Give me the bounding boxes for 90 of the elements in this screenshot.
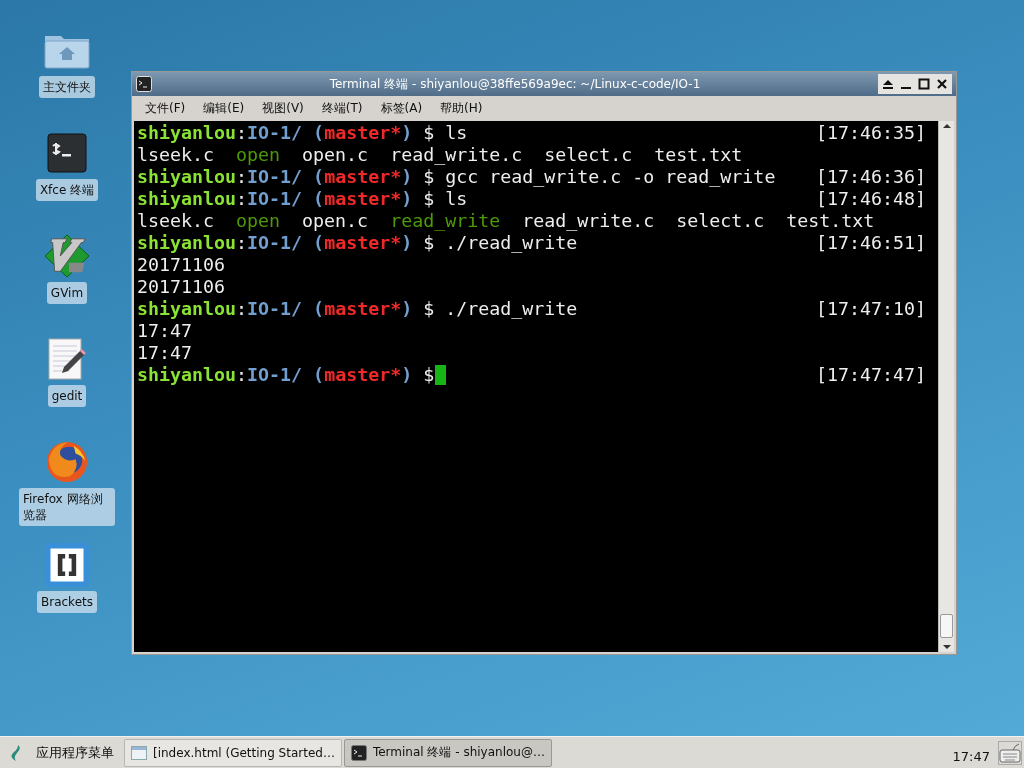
prompt-user: shiyanlou <box>137 298 237 320</box>
output-text: open <box>236 210 281 232</box>
menu-item[interactable]: 编辑(E) <box>196 97 252 119</box>
task-button[interactable]: Terminal 终端 - shiyanlou@… <box>343 738 552 767</box>
window-title: Terminal 终端 - shiyanlou@38ffe569a9ec: ~/Linux-c-code/IO-1 <box>328 75 702 93</box>
prompt-path: ) <box>401 298 413 320</box>
prompt-text: $ ./read_write <box>423 232 578 254</box>
prompt-path: IO-1/ ( <box>247 166 325 188</box>
vim-icon[interactable] <box>43 234 91 278</box>
output-text: 20171106 <box>137 254 226 276</box>
icon-label[interactable]: Xfce 终端 <box>35 179 99 201</box>
prompt-text: $ ls <box>423 188 468 210</box>
output-text: test.txt <box>786 210 875 232</box>
prompt-branch: master* <box>324 166 402 188</box>
menu-item[interactable]: 标签(A) <box>373 97 430 119</box>
terminal-icon <box>136 76 152 92</box>
close-icon[interactable] <box>935 77 949 91</box>
icon-label[interactable]: 主文件夹 <box>39 76 95 98</box>
output-text: 17:47 <box>137 342 193 364</box>
fox-globe-icon[interactable] <box>44 440 90 484</box>
scroll-thumb[interactable] <box>940 614 953 638</box>
prompt-path: ) <box>401 232 413 254</box>
prompt-branch: master* <box>324 298 402 320</box>
timestamp: [17:46:48] <box>815 188 926 210</box>
prompt-text: $ ./read_write <box>423 298 578 320</box>
output-text: open.c <box>302 210 369 232</box>
output-text: open <box>236 144 281 166</box>
window-icon <box>131 744 147 761</box>
clock: 17:47 <box>952 749 990 764</box>
output-text: lseek.c <box>137 210 215 232</box>
prompt-text: : <box>236 122 248 144</box>
prompt-user: shiyanlou <box>137 232 237 254</box>
prompt-path: IO-1/ ( <box>247 188 325 210</box>
menu-item[interactable]: 终端(T) <box>314 97 370 119</box>
output-text: 17:47 <box>137 320 193 342</box>
output-text: select.c <box>676 210 765 232</box>
timestamp: [17:46:51] <box>815 232 926 254</box>
icon-label[interactable]: gedit <box>47 385 87 407</box>
prompt-text: : <box>236 232 248 254</box>
shade-icon[interactable] <box>881 77 895 91</box>
prompt-path: IO-1/ ( <box>247 298 325 320</box>
output-text: 20171106 <box>137 276 226 298</box>
output-text: open.c <box>302 144 369 166</box>
timestamp: [17:46:36] <box>815 166 926 188</box>
prompt-path: ) <box>401 166 413 188</box>
prompt-path: ) <box>401 364 413 386</box>
maximize-icon[interactable] <box>917 77 931 91</box>
icon-label[interactable]: Brackets <box>37 591 97 613</box>
output-text: test.txt <box>654 144 743 166</box>
keyboard-icon[interactable] <box>998 740 1022 765</box>
prompt-text: $ ls <box>423 122 468 144</box>
task-button[interactable]: [index.html (Getting Started… <box>124 738 342 767</box>
prompt-path: IO-1/ ( <box>247 232 325 254</box>
notepad-pencil-icon[interactable] <box>46 337 88 381</box>
timestamp: [17:47:10] <box>815 298 926 320</box>
icon-label[interactable]: GVim <box>46 282 88 304</box>
menu-item[interactable]: 文件(F) <box>138 97 193 119</box>
prompt-branch: master* <box>324 122 402 144</box>
output-text: read_write <box>390 210 501 232</box>
menu-item[interactable]: 视图(V) <box>255 97 311 119</box>
prompt-text: : <box>236 166 248 188</box>
scrollbar[interactable] <box>938 121 954 652</box>
output-text: read_write.c <box>390 144 523 166</box>
prompt-user: shiyanlou <box>137 188 237 210</box>
brackets-icon[interactable] <box>43 543 91 587</box>
prompt-user: shiyanlou <box>137 166 237 188</box>
prompt-text: $ gcc read_write.c -o read_write <box>423 166 776 188</box>
prompt-branch: master* <box>324 232 402 254</box>
prompt-path: IO-1/ ( <box>247 122 325 144</box>
icon-label[interactable]: Firefox 网络浏览器 <box>19 488 115 526</box>
prompt-path: IO-1/ ( <box>247 364 325 386</box>
prompt-path: ) <box>401 122 413 144</box>
timestamp: [17:47:47] <box>815 364 926 386</box>
prompt-user: shiyanlou <box>137 364 237 386</box>
prompt-user: shiyanlou <box>137 122 237 144</box>
terminal-icon <box>350 744 367 761</box>
prompt-text: : <box>236 364 248 386</box>
prompt-branch: master* <box>324 364 402 386</box>
menu-item[interactable]: 帮助(H) <box>433 97 490 119</box>
prompt-text: $ <box>423 364 435 386</box>
prompt-path: ) <box>401 188 413 210</box>
output-text: select.c <box>544 144 633 166</box>
prompt-branch: master* <box>324 188 402 210</box>
output-text: lseek.c <box>137 144 215 166</box>
prompt-text: : <box>236 298 248 320</box>
terminal-icon[interactable] <box>47 131 87 175</box>
app-menu-button[interactable]: 应用程序菜单 <box>8 743 122 762</box>
output-text: read_write.c <box>522 210 655 232</box>
prompt-text: : <box>236 188 248 210</box>
timestamp: [17:46:35] <box>815 122 926 144</box>
